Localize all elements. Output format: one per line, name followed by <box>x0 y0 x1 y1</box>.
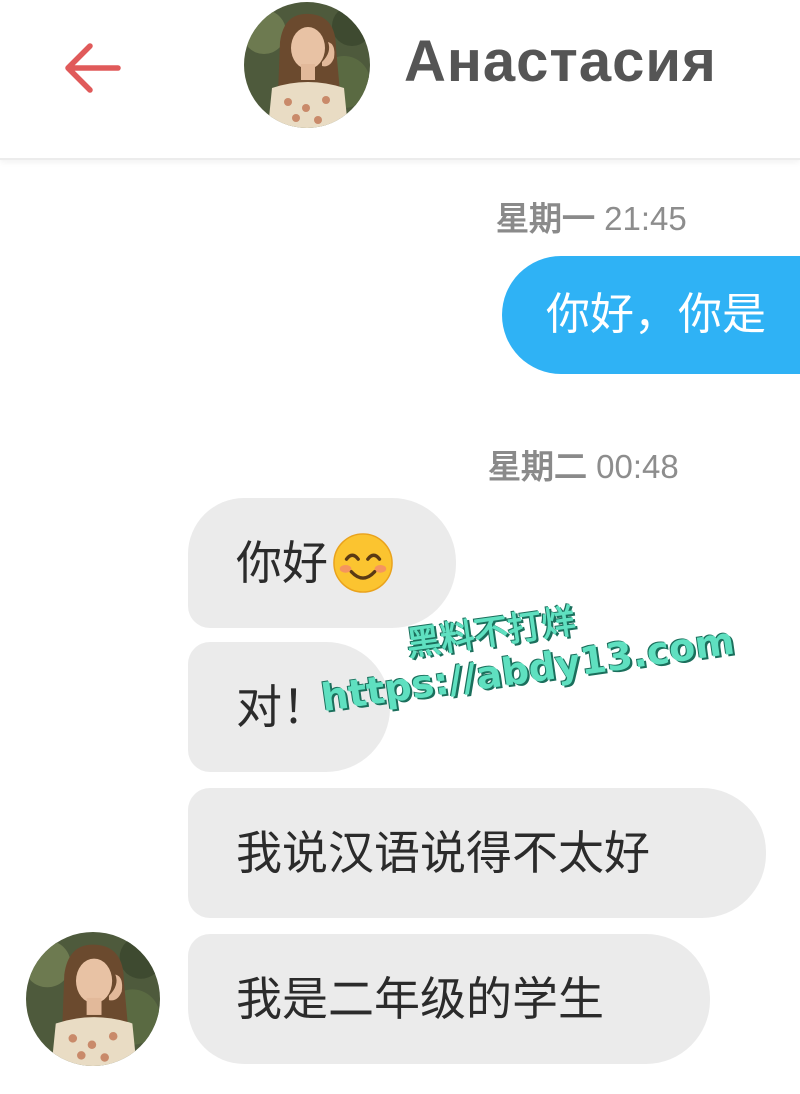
message-timestamp: 星期一 21:45 <box>496 192 687 240</box>
incoming-message-bubble[interactable]: 你好 <box>188 498 456 628</box>
incoming-message-bubble[interactable]: 我说汉语说得不太好 <box>188 788 766 918</box>
incoming-message-bubble[interactable]: 对！ <box>188 642 390 772</box>
message-timestamp: 星期二 00:48 <box>488 440 679 488</box>
message-text: 我是二年级的学生 <box>236 972 604 1026</box>
timestamp-day: 星期一 <box>496 200 595 237</box>
contact-avatar[interactable] <box>244 2 370 128</box>
smiling-face-icon <box>333 532 393 593</box>
message-text: 我说汉语说得不太好 <box>236 826 650 880</box>
timestamp-day: 星期二 <box>488 448 587 485</box>
watermark-title: 黑料不打烊 <box>404 601 579 665</box>
sender-avatar[interactable] <box>26 932 160 1066</box>
arrow-left-icon <box>65 43 121 93</box>
message-text: 对！ <box>236 680 328 734</box>
message-text: 你好，你是 <box>546 289 766 340</box>
back-button[interactable] <box>56 32 128 104</box>
timestamp-time: 21:45 <box>604 200 687 237</box>
chat-screen: Анастасия 星期一 21:45 你好，你是 星期二 00:48 你好 对… <box>0 0 800 1094</box>
outgoing-message-bubble[interactable]: 你好，你是 <box>502 256 800 374</box>
chat-header: Анастасия <box>0 0 800 160</box>
message-text: 你好 <box>236 536 328 590</box>
incoming-message-bubble[interactable]: 我是二年级的学生 <box>188 934 710 1064</box>
contact-name[interactable]: Анастасия <box>404 28 717 95</box>
timestamp-time: 00:48 <box>596 448 679 485</box>
